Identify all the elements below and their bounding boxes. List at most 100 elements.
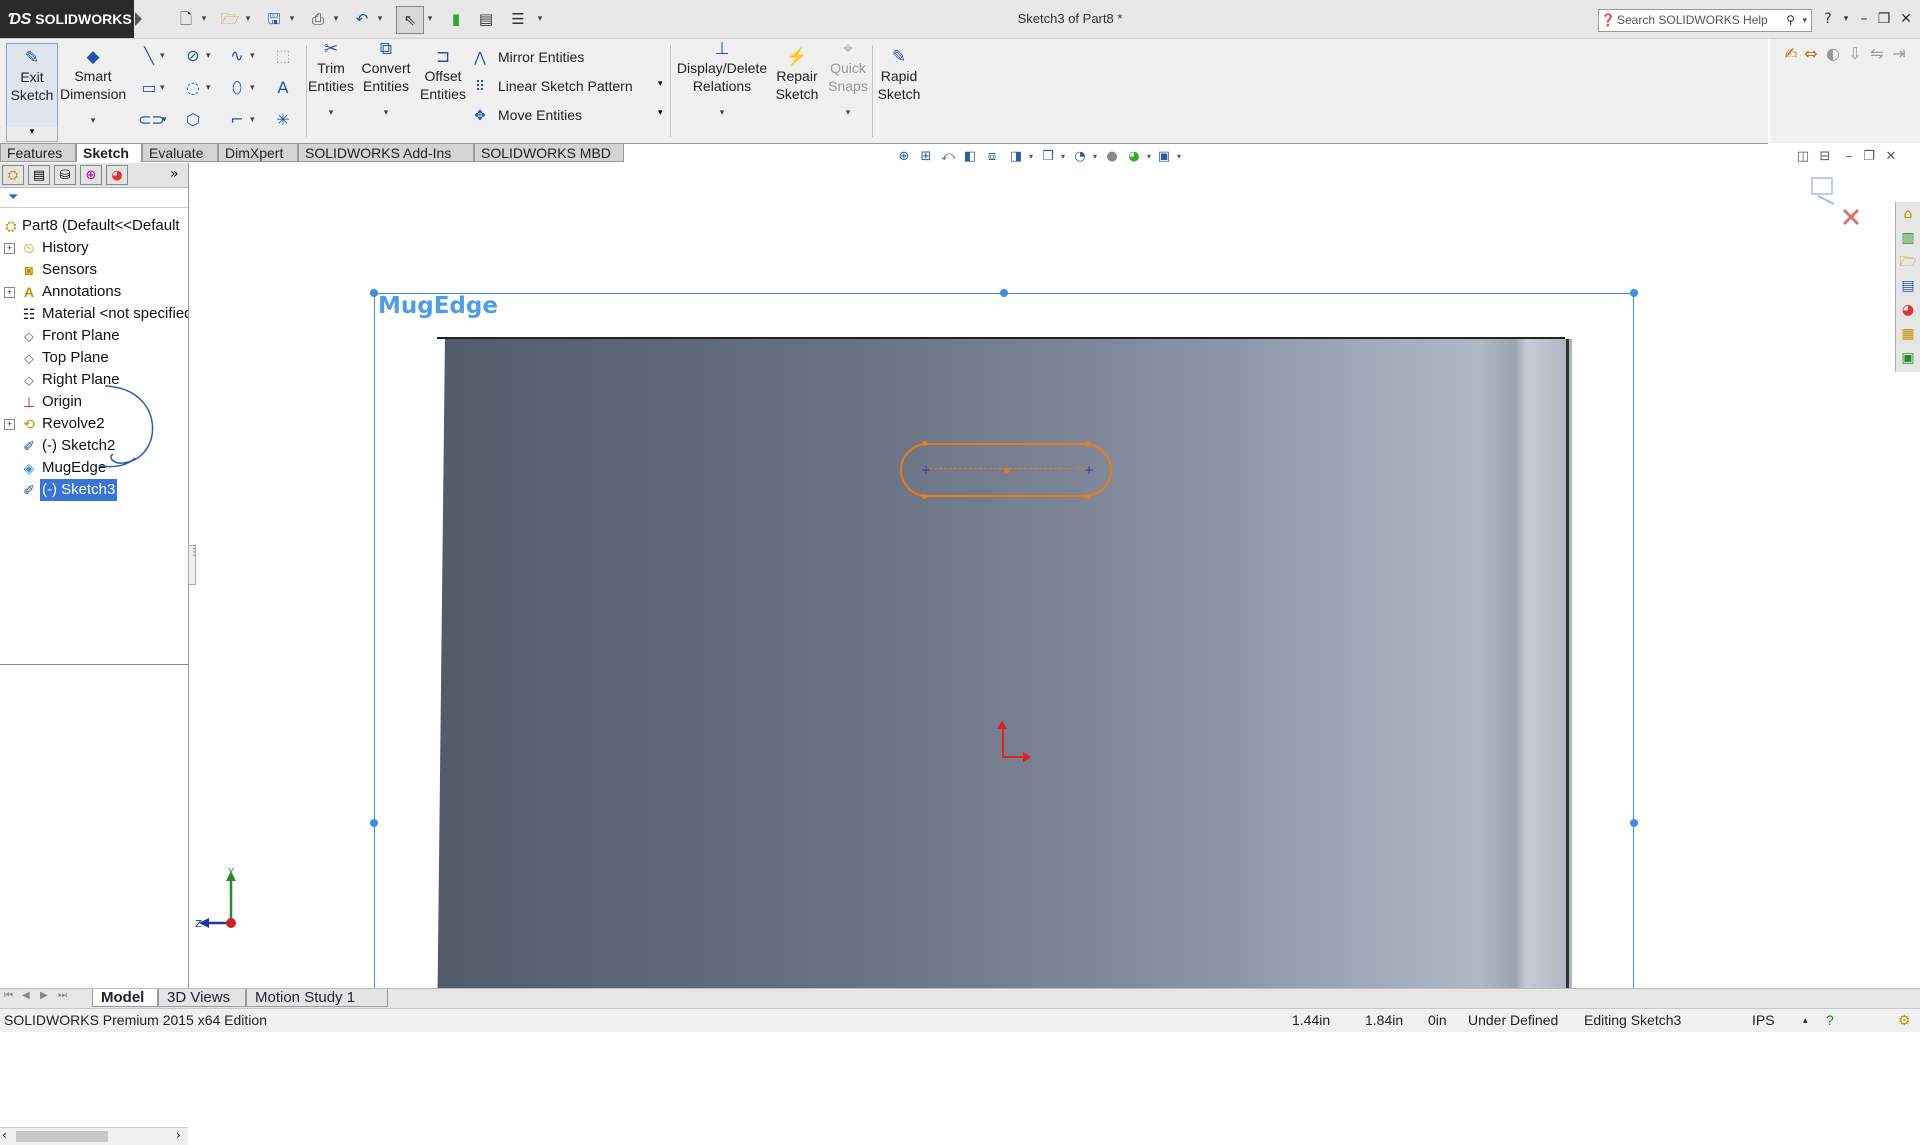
- rebuild-traffic-light-icon[interactable]: ▮: [446, 9, 466, 29]
- previous-view-icon[interactable]: ⤺: [939, 148, 957, 166]
- exit-sketch-dropdown-icon[interactable]: ▾: [6, 127, 58, 142]
- viewport-restore-icon[interactable]: ❐: [1860, 148, 1878, 166]
- forum-icon[interactable]: ▣: [1898, 348, 1918, 368]
- file-properties-icon[interactable]: ▤: [476, 9, 496, 29]
- exit-sketch-corner-icon[interactable]: [1811, 177, 1835, 205]
- trim-dropdown-icon[interactable]: ▾: [306, 103, 356, 121]
- units-button[interactable]: IPS: [1752, 1009, 1775, 1032]
- plane-handle[interactable]: [1630, 289, 1638, 297]
- search-dropdown-icon[interactable]: ▾: [1802, 10, 1807, 31]
- expand-icon[interactable]: +: [4, 419, 15, 430]
- scroll-right-icon[interactable]: ›: [176, 1128, 181, 1142]
- line-tool-icon[interactable]: ╲: [138, 45, 160, 67]
- expand-tabs-icon[interactable]: »: [170, 166, 179, 182]
- open-dropdown-icon[interactable]: ▾: [244, 9, 252, 29]
- last-tab-icon[interactable]: ⏭: [58, 990, 67, 1001]
- tab-features[interactable]: Features: [0, 143, 76, 162]
- move-dropdown-icon[interactable]: ▾: [658, 108, 663, 118]
- minimize-window-button[interactable]: –: [1854, 8, 1874, 30]
- first-tab-icon[interactable]: ⏮: [4, 990, 13, 1001]
- arc-dropdown-icon[interactable]: ▾: [206, 77, 214, 99]
- tab-sketch[interactable]: Sketch: [76, 143, 142, 162]
- sketch-tool-disabled-icon[interactable]: ⇩: [1844, 43, 1866, 65]
- fillet-tool-icon[interactable]: ⌐: [226, 109, 248, 131]
- display-style-icon[interactable]: ❒: [1039, 148, 1057, 166]
- expand-icon[interactable]: +: [4, 243, 15, 254]
- convert-dropdown-icon[interactable]: ▾: [358, 103, 414, 121]
- slot-endpoint[interactable]: [922, 441, 927, 446]
- view-settings-dropdown-icon[interactable]: ▾: [1175, 148, 1183, 166]
- mugedge-plane-frame[interactable]: [374, 293, 1634, 988]
- edit-appearance-icon[interactable]: ●: [1103, 148, 1121, 166]
- view-orientation-dropdown-icon[interactable]: ▾: [1027, 148, 1035, 166]
- options-dropdown-icon[interactable]: ▾: [536, 9, 544, 29]
- search-help-box[interactable]: ❓ Search SOLIDWORKS Help ⚲ ▾: [1598, 9, 1812, 32]
- slot-endpoint[interactable]: [1085, 494, 1090, 499]
- quick-snaps-dropdown-icon[interactable]: ▾: [824, 103, 872, 121]
- close-window-button[interactable]: ✕: [1896, 8, 1916, 30]
- propertymanager-tab-icon[interactable]: ▤: [28, 165, 50, 185]
- hide-show-dropdown-icon[interactable]: ▾: [1091, 148, 1099, 166]
- view-settings-icon[interactable]: ▣: [1155, 148, 1173, 166]
- viewport-close-icon[interactable]: ✕: [1882, 148, 1895, 166]
- restore-window-button[interactable]: ❐: [1874, 8, 1894, 30]
- open-folder-icon[interactable]: 🗁: [220, 9, 240, 29]
- search-icon[interactable]: ⚲: [1786, 10, 1795, 31]
- search-help-input[interactable]: Search SOLIDWORKS Help: [1617, 13, 1768, 27]
- tree-item-material[interactable]: ☷ Material <not specified>: [0, 303, 188, 325]
- select-dropdown-icon[interactable]: ▾: [426, 9, 434, 29]
- zoom-to-area-icon[interactable]: ⊞: [917, 148, 935, 166]
- tree-horizontal-scrollbar[interactable]: ‹ ›: [0, 1127, 188, 1145]
- appearances-icon[interactable]: ◕: [1898, 300, 1918, 320]
- smart-dimension-button[interactable]: ◆ Smart Dimension ▾: [60, 47, 126, 129]
- scene-dropdown-icon[interactable]: ▾: [1145, 148, 1153, 166]
- tree-root-part[interactable]: ⛭ Part8 (Default<<Default: [0, 215, 188, 237]
- exit-sketch-button[interactable]: ✎ Exit Sketch: [6, 43, 58, 129]
- shaded-contours-icon[interactable]: ◐: [1822, 43, 1844, 65]
- tab-model[interactable]: Model: [92, 989, 158, 1007]
- rapid-sketch-button[interactable]: ✎ Rapid Sketch: [874, 47, 924, 103]
- slot-endpoint[interactable]: [1085, 441, 1090, 446]
- sketch-ink-icon[interactable]: ✍: [1780, 43, 1802, 65]
- custom-properties-icon[interactable]: ▦: [1898, 324, 1918, 344]
- offset-entities-button[interactable]: ⊐ Offset Entities: [418, 47, 468, 103]
- section-view-icon[interactable]: ◧: [961, 148, 979, 166]
- help-dropdown-icon[interactable]: ▾: [1836, 8, 1856, 30]
- configurationmanager-tab-icon[interactable]: ⛁: [54, 165, 76, 185]
- viewport-tile-icon[interactable]: ◫: [1794, 148, 1812, 166]
- tree-item-front-plane[interactable]: ⬦ Front Plane: [0, 325, 188, 347]
- new-document-icon[interactable]: 🗋: [176, 9, 196, 29]
- print-icon[interactable]: ⎙: [308, 9, 328, 29]
- relations-dropdown-icon[interactable]: ▾: [674, 103, 770, 121]
- text-tool-icon[interactable]: A: [272, 77, 294, 99]
- view-orientation-icon[interactable]: ◨: [1007, 148, 1025, 166]
- sketch-tool3-disabled-icon[interactable]: ⇥: [1888, 43, 1910, 65]
- save-dropdown-icon[interactable]: ▾: [288, 9, 296, 29]
- move-entities-button[interactable]: ✥ Move Entities: [470, 105, 582, 125]
- solidworks-logo[interactable]: ƊS SOLIDWORKS: [0, 0, 142, 38]
- sketch-tool2-disabled-icon[interactable]: ⇋: [1866, 43, 1888, 65]
- polygon-tool-icon[interactable]: ⬡: [182, 109, 204, 131]
- tree-item-top-plane[interactable]: ⬦ Top Plane: [0, 347, 188, 369]
- new-dropdown-icon[interactable]: ▾: [200, 9, 208, 29]
- graphics-area[interactable]: ⊕ ⊞ ⤺ ◧ ⧈ ◨ ▾ ❒ ▾ ◔ ▾ ● ◕ ▾ ▣ ▾ ◫ ⊟ – ❐ …: [189, 143, 1895, 988]
- next-tab-icon[interactable]: ▶: [40, 990, 48, 1001]
- display-delete-relations-button[interactable]: ⊥ Display/Delete Relations ▾: [674, 39, 770, 121]
- spline-dropdown-icon[interactable]: ▾: [250, 45, 258, 67]
- options-icon[interactable]: ☰: [508, 9, 528, 29]
- ellipse-tool-icon[interactable]: ⬯: [226, 77, 248, 99]
- line-dropdown-icon[interactable]: ▾: [160, 45, 168, 67]
- tree-item-sensors[interactable]: ◙ Sensors: [0, 259, 188, 281]
- slot-center-right-icon[interactable]: +: [1084, 464, 1094, 476]
- undo-dropdown-icon[interactable]: ▾: [376, 9, 384, 29]
- sketch-origin-y-axis[interactable]: [1002, 727, 1004, 757]
- prev-tab-icon[interactable]: ◀: [22, 990, 30, 1001]
- linear-sketch-pattern-button[interactable]: ⠿ Linear Sketch Pattern: [470, 76, 633, 96]
- slot-tool-icon[interactable]: ⊂⊃: [138, 109, 165, 131]
- displaymanager-tab-icon[interactable]: ◕: [106, 165, 128, 185]
- viewport-split-icon[interactable]: ⊟: [1816, 148, 1834, 166]
- select-cursor-icon[interactable]: ⇖: [396, 6, 424, 34]
- tree-item-annotations[interactable]: + A Annotations: [0, 281, 188, 303]
- spline-tool-icon[interactable]: ∿: [226, 45, 248, 67]
- solidworks-resources-icon[interactable]: ⌂: [1898, 204, 1918, 224]
